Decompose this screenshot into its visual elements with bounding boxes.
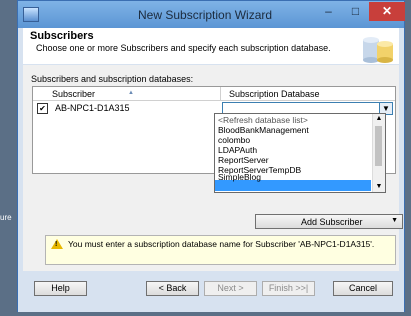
database-graphic-icon	[363, 37, 393, 63]
close-button[interactable]: ✕	[369, 2, 405, 21]
title-bar[interactable]: New Subscription Wizard – □ ✕	[18, 1, 405, 28]
add-subscriber-label: Add Subscriber	[301, 217, 363, 227]
help-button[interactable]: Help	[34, 281, 87, 296]
dropdown-option-refresh[interactable]: <Refresh database list>	[218, 115, 308, 125]
subscribers-section-label: Subscribers and subscription databases:	[31, 74, 194, 84]
column-divider[interactable]	[220, 87, 221, 100]
scroll-down-icon[interactable]: ▼	[373, 182, 385, 192]
dropdown-option[interactable]: ReportServer	[218, 155, 269, 165]
dropdown-option[interactable]: colombo	[218, 135, 250, 145]
minimize-button[interactable]: –	[315, 2, 342, 21]
cancel-button[interactable]: Cancel	[333, 281, 393, 296]
add-subscriber-button[interactable]: Add Subscriber ▼	[255, 214, 403, 229]
subscriber-name: AB-NPC1-D1A315	[55, 103, 130, 113]
scroll-up-icon[interactable]: ▲	[373, 114, 385, 124]
dropdown-scrollbar[interactable]: ▲ ▼	[372, 114, 385, 192]
next-button[interactable]: Next >	[204, 281, 257, 296]
dropdown-arrow-icon[interactable]: ▼	[391, 217, 398, 224]
warning-icon-mark: !	[55, 241, 58, 248]
page-subtitle: Choose one or more Subscribers and speci…	[36, 43, 331, 53]
finish-button[interactable]: Finish >>|	[262, 281, 315, 296]
column-header-subscriber[interactable]: Subscriber	[52, 89, 95, 99]
maximize-button[interactable]: □	[342, 2, 369, 21]
column-header-subscription-database[interactable]: Subscription Database	[229, 89, 320, 99]
grid-header: Subscriber ▲ Subscription Database	[33, 87, 395, 101]
database-dropdown-list[interactable]: <Refresh database list> BloodBankManagem…	[214, 113, 386, 193]
back-button[interactable]: < Back	[146, 281, 199, 296]
page-title: Subscribers	[30, 30, 94, 42]
dropdown-option[interactable]: LDAPAuth	[218, 145, 257, 155]
background-text: ure	[0, 213, 12, 222]
scroll-thumb[interactable]	[375, 126, 382, 166]
dropdown-option[interactable]: BloodBankManagement	[218, 125, 309, 135]
app-icon	[23, 7, 39, 22]
dropdown-option[interactable]: SimpleBlog	[218, 172, 261, 182]
wizard-header: Subscribers Choose one or more Subscribe…	[23, 28, 399, 64]
window-title: New Subscription Wizard	[138, 8, 273, 22]
subscriber-checkbox[interactable]: ✔	[37, 103, 48, 114]
wizard-footer: Help < Back Next > Finish >>| Cancel	[18, 272, 404, 312]
validation-message: ! You must enter a subscription database…	[45, 235, 396, 265]
validation-message-text: You must enter a subscription database n…	[68, 239, 375, 249]
sort-ascending-icon: ▲	[128, 90, 134, 96]
